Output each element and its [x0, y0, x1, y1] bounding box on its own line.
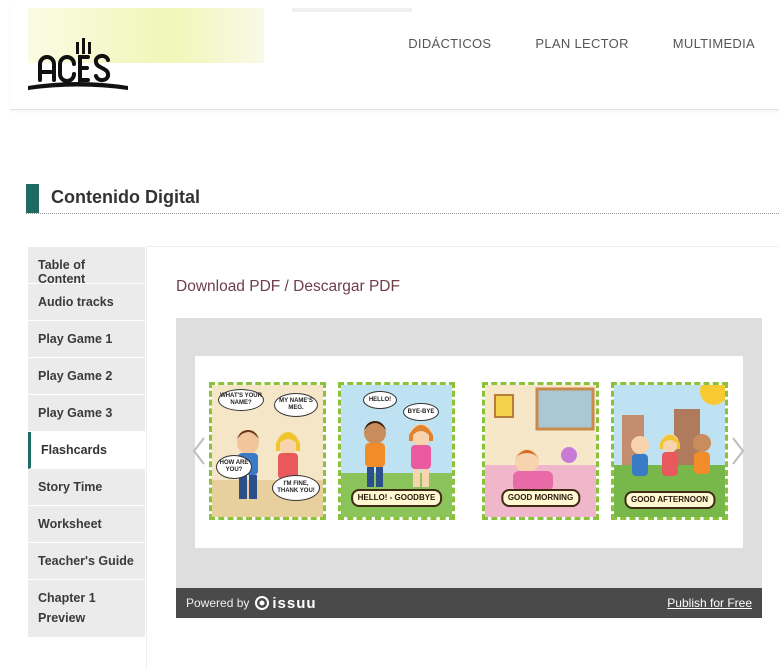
- sidebar: Table of Content Audio tracks Play Game …: [28, 247, 145, 638]
- nav-multimedia[interactable]: MULTIMEDIA: [673, 36, 755, 51]
- viewer-footer: Powered by issuu Publish for Free: [176, 588, 762, 618]
- content-divider-left: [146, 246, 147, 670]
- speech-bubble: MY NAME'S MEG.: [274, 393, 318, 417]
- publish-for-free-link[interactable]: Publish for Free: [667, 596, 752, 610]
- sidebar-item-play-game-1[interactable]: Play Game 1: [28, 321, 145, 358]
- flashcard-good-afternoon: GOOD AFTERNOON: [611, 382, 728, 520]
- nav-plan-lector[interactable]: PLAN LECTOR: [535, 36, 628, 51]
- issuu-viewer: WHAT'S YOUR NAME? MY NAME'S MEG. HOW ARE…: [176, 318, 762, 618]
- flashcard-label: GOOD MORNING: [500, 489, 581, 507]
- sidebar-item-play-game-3[interactable]: Play Game 3: [28, 395, 145, 432]
- speech-bubble: I'M FINE, THANK YOU!: [272, 475, 320, 501]
- document-spread[interactable]: WHAT'S YOUR NAME? MY NAME'S MEG. HOW ARE…: [195, 356, 743, 548]
- previous-page-arrow-icon[interactable]: [192, 436, 206, 466]
- flashcard-label: HELLO! - GOODBYE: [350, 489, 443, 507]
- speech-bubble: WHAT'S YOUR NAME?: [218, 389, 264, 411]
- flashcard-hello-goodbye: HELLO! BYE-BYE HELLO! - GOODBYE: [338, 382, 455, 520]
- powered-by: Powered by issuu: [186, 595, 317, 612]
- sidebar-item-teachers-guide[interactable]: Teacher's Guide: [28, 543, 145, 580]
- issuu-icon: [255, 596, 270, 610]
- next-page-arrow-icon[interactable]: [731, 436, 745, 466]
- sidebar-item-audio-tracks[interactable]: Audio tracks: [28, 284, 145, 321]
- site-header: DIDÁCTICOS PLAN LECTOR MULTIMEDIA: [10, 0, 779, 110]
- section-accent-bar: [26, 184, 39, 213]
- flashcard-label: GOOD AFTERNOON: [623, 491, 716, 509]
- issuu-wordmark: issuu: [272, 594, 317, 612]
- speech-bubble: HOW ARE YOU?: [216, 455, 252, 479]
- sidebar-item-chapter-1-preview[interactable]: Chapter 1 Preview: [28, 580, 145, 638]
- sidebar-item-table-of-content[interactable]: Table of Content: [28, 247, 145, 286]
- sidebar-item-play-game-2[interactable]: Play Game 2: [28, 358, 145, 395]
- section-title: Contenido Digital: [51, 187, 200, 207]
- speech-bubble: BYE-BYE: [403, 403, 439, 421]
- sidebar-item-worksheet[interactable]: Worksheet: [28, 506, 145, 543]
- flashcard-whats-your-name: WHAT'S YOUR NAME? MY NAME'S MEG. HOW ARE…: [209, 382, 326, 520]
- content-divider-top: [146, 246, 779, 247]
- section-header: Contenido Digital: [26, 184, 779, 214]
- nav-didacticos[interactable]: DIDÁCTICOS: [408, 36, 491, 51]
- sidebar-item-flashcards[interactable]: Flashcards: [28, 432, 145, 469]
- speech-bubble: HELLO!: [363, 391, 397, 409]
- main-nav: DIDÁCTICOS PLAN LECTOR MULTIMEDIA: [408, 36, 755, 51]
- powered-by-text: Powered by: [186, 596, 250, 610]
- aces-logo[interactable]: [26, 30, 130, 92]
- download-pdf-link[interactable]: Download PDF / Descargar PDF: [176, 278, 400, 296]
- issuu-logo[interactable]: issuu: [255, 595, 316, 612]
- flashcard-good-morning: GOOD MORNING: [482, 382, 599, 520]
- header-banner-strip: [292, 8, 412, 12]
- sidebar-item-story-time[interactable]: Story Time: [28, 469, 145, 506]
